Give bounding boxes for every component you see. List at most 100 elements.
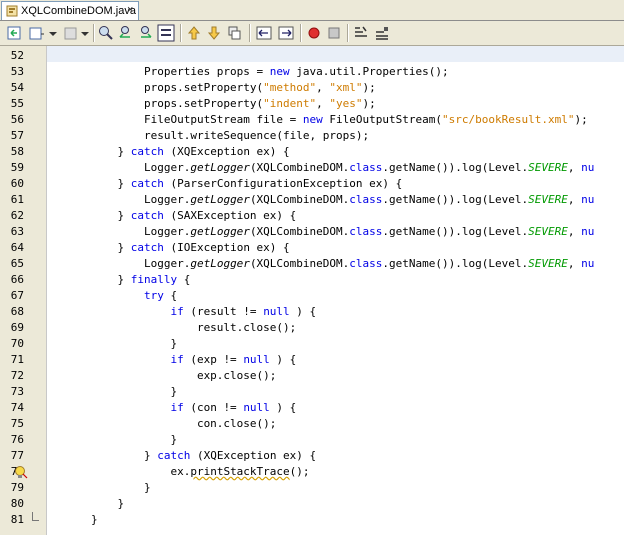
- code-line: Logger.getLogger(XQLCombineDOM.class.get…: [47, 224, 594, 240]
- code-token: SEVERE: [528, 257, 568, 270]
- shift-right-icon[interactable]: [277, 24, 295, 42]
- line-number: 52: [10, 49, 24, 62]
- chevron-down-icon[interactable]: [44, 24, 62, 42]
- toggle-highlight-icon[interactable]: [157, 24, 175, 42]
- code-token: "indent": [263, 97, 317, 110]
- comment-icon[interactable]: [352, 24, 370, 42]
- find-prev-icon[interactable]: [117, 24, 135, 42]
- line-number: 79: [10, 481, 24, 494]
- line-number: 60: [10, 177, 24, 190]
- code-token: "yes": [329, 97, 363, 110]
- code-token: getLogger: [190, 225, 250, 238]
- code-line: }: [47, 496, 124, 512]
- line-number: 56: [10, 113, 24, 126]
- code-line: } catch (IOException ex) {: [47, 240, 289, 256]
- code-token: ,: [567, 257, 582, 270]
- line-number: 80: [10, 497, 24, 510]
- code-line: con.close();: [47, 416, 276, 432]
- line-number: 72: [10, 369, 24, 382]
- code-token: props.setProperty(: [47, 97, 264, 110]
- code-token: .getName()).log(Level.: [382, 225, 529, 238]
- line-number: 67: [10, 289, 24, 302]
- code-token: nu: [581, 161, 595, 174]
- code-line: }: [47, 432, 177, 448]
- code-token: "src/bookResult.xml": [442, 113, 575, 126]
- code-token: SEVERE: [528, 225, 568, 238]
- code-token: ,: [567, 225, 582, 238]
- code-token: FileOutputStream(: [322, 113, 442, 126]
- line-number: 71: [10, 353, 24, 366]
- history-icon[interactable]: [27, 24, 45, 42]
- shift-left-icon[interactable]: [255, 24, 273, 42]
- shift-down-icon[interactable]: [205, 24, 223, 42]
- code-token: ex.: [47, 465, 191, 478]
- code-token: (SAXException ex) {: [163, 209, 297, 222]
- close-icon[interactable]: ×: [127, 3, 133, 17]
- code-line: if (result != null ) {: [47, 304, 316, 320]
- code-token: }: [117, 497, 125, 510]
- chevron-down-icon[interactable]: [76, 24, 94, 42]
- code-token: nu: [581, 225, 595, 238]
- code-token: class: [349, 257, 383, 270]
- code-token: (result !=: [183, 305, 264, 318]
- shift-up-icon[interactable]: [185, 24, 203, 42]
- code-token: ) {: [289, 305, 317, 318]
- code-token: );: [362, 81, 376, 94]
- code-token: }: [47, 385, 178, 398]
- editor-toolbar: [0, 21, 624, 46]
- code-line: FileOutputStream file = new FileOutputSt…: [47, 112, 588, 128]
- code-line: if (con != null ) {: [47, 400, 296, 416]
- code-line: exp.close();: [47, 368, 276, 384]
- code-token: }: [47, 145, 131, 158]
- code-line: Properties props = new java.util.Propert…: [47, 64, 449, 80]
- code-token: class: [349, 193, 383, 206]
- record-macro-icon[interactable]: [305, 24, 323, 42]
- code-token: getLogger: [190, 161, 250, 174]
- code-token: class: [349, 225, 383, 238]
- code-line: }: [47, 512, 98, 528]
- code-line: props.setProperty("indent", "yes");: [47, 96, 376, 112]
- stop-macro-icon[interactable]: [325, 24, 343, 42]
- line-number: 55: [10, 97, 24, 110]
- code-line: } catch (XQException ex) {: [47, 448, 316, 464]
- uncomment-icon[interactable]: [373, 24, 391, 42]
- code-token: {: [177, 273, 191, 286]
- code-token: result.writeSequence(file, props);: [47, 129, 370, 142]
- back-icon[interactable]: [5, 24, 23, 42]
- current-line-highlight: [47, 46, 624, 62]
- code-token: .getName()).log(Level.: [382, 161, 529, 174]
- code-line: } catch (XQException ex) {: [47, 144, 289, 160]
- line-number: 58: [10, 145, 24, 158]
- fold-end-marker[interactable]: [32, 512, 39, 521]
- line-number: 66: [10, 273, 24, 286]
- code-token: java.util.Properties();: [289, 65, 449, 78]
- line-number: 62: [10, 209, 24, 222]
- next-bookmark-icon[interactable]: [225, 24, 243, 42]
- code-token: }: [47, 209, 131, 222]
- code-token: ) {: [269, 401, 297, 414]
- code-line: props.setProperty("method", "xml");: [47, 80, 376, 96]
- line-number: 54: [10, 81, 24, 94]
- code-line: } finally {: [47, 272, 190, 288]
- code-editor[interactable]: Properties props = new java.util.Propert…: [47, 46, 624, 535]
- code-token: new: [269, 65, 290, 78]
- code-token: }: [90, 513, 98, 526]
- find-next-icon[interactable]: [137, 24, 155, 42]
- code-token: printStackTrace: [190, 465, 290, 478]
- code-token: }: [47, 241, 131, 254]
- warning-bulb-icon[interactable]: [14, 465, 28, 479]
- line-number: 81: [10, 513, 24, 526]
- code-token: );: [362, 97, 376, 110]
- editor-tab[interactable]: XQLCombineDOM.java ×: [1, 1, 139, 20]
- code-token: try: [143, 289, 164, 302]
- code-token: {: [163, 289, 178, 302]
- code-token: catch: [130, 177, 164, 190]
- code-token: if: [170, 401, 184, 414]
- code-line: }: [47, 384, 177, 400]
- find-icon[interactable]: [97, 24, 115, 42]
- code-token: finally: [130, 273, 178, 286]
- code-token: null: [263, 305, 290, 318]
- code-token: .getName()).log(Level.: [382, 193, 529, 206]
